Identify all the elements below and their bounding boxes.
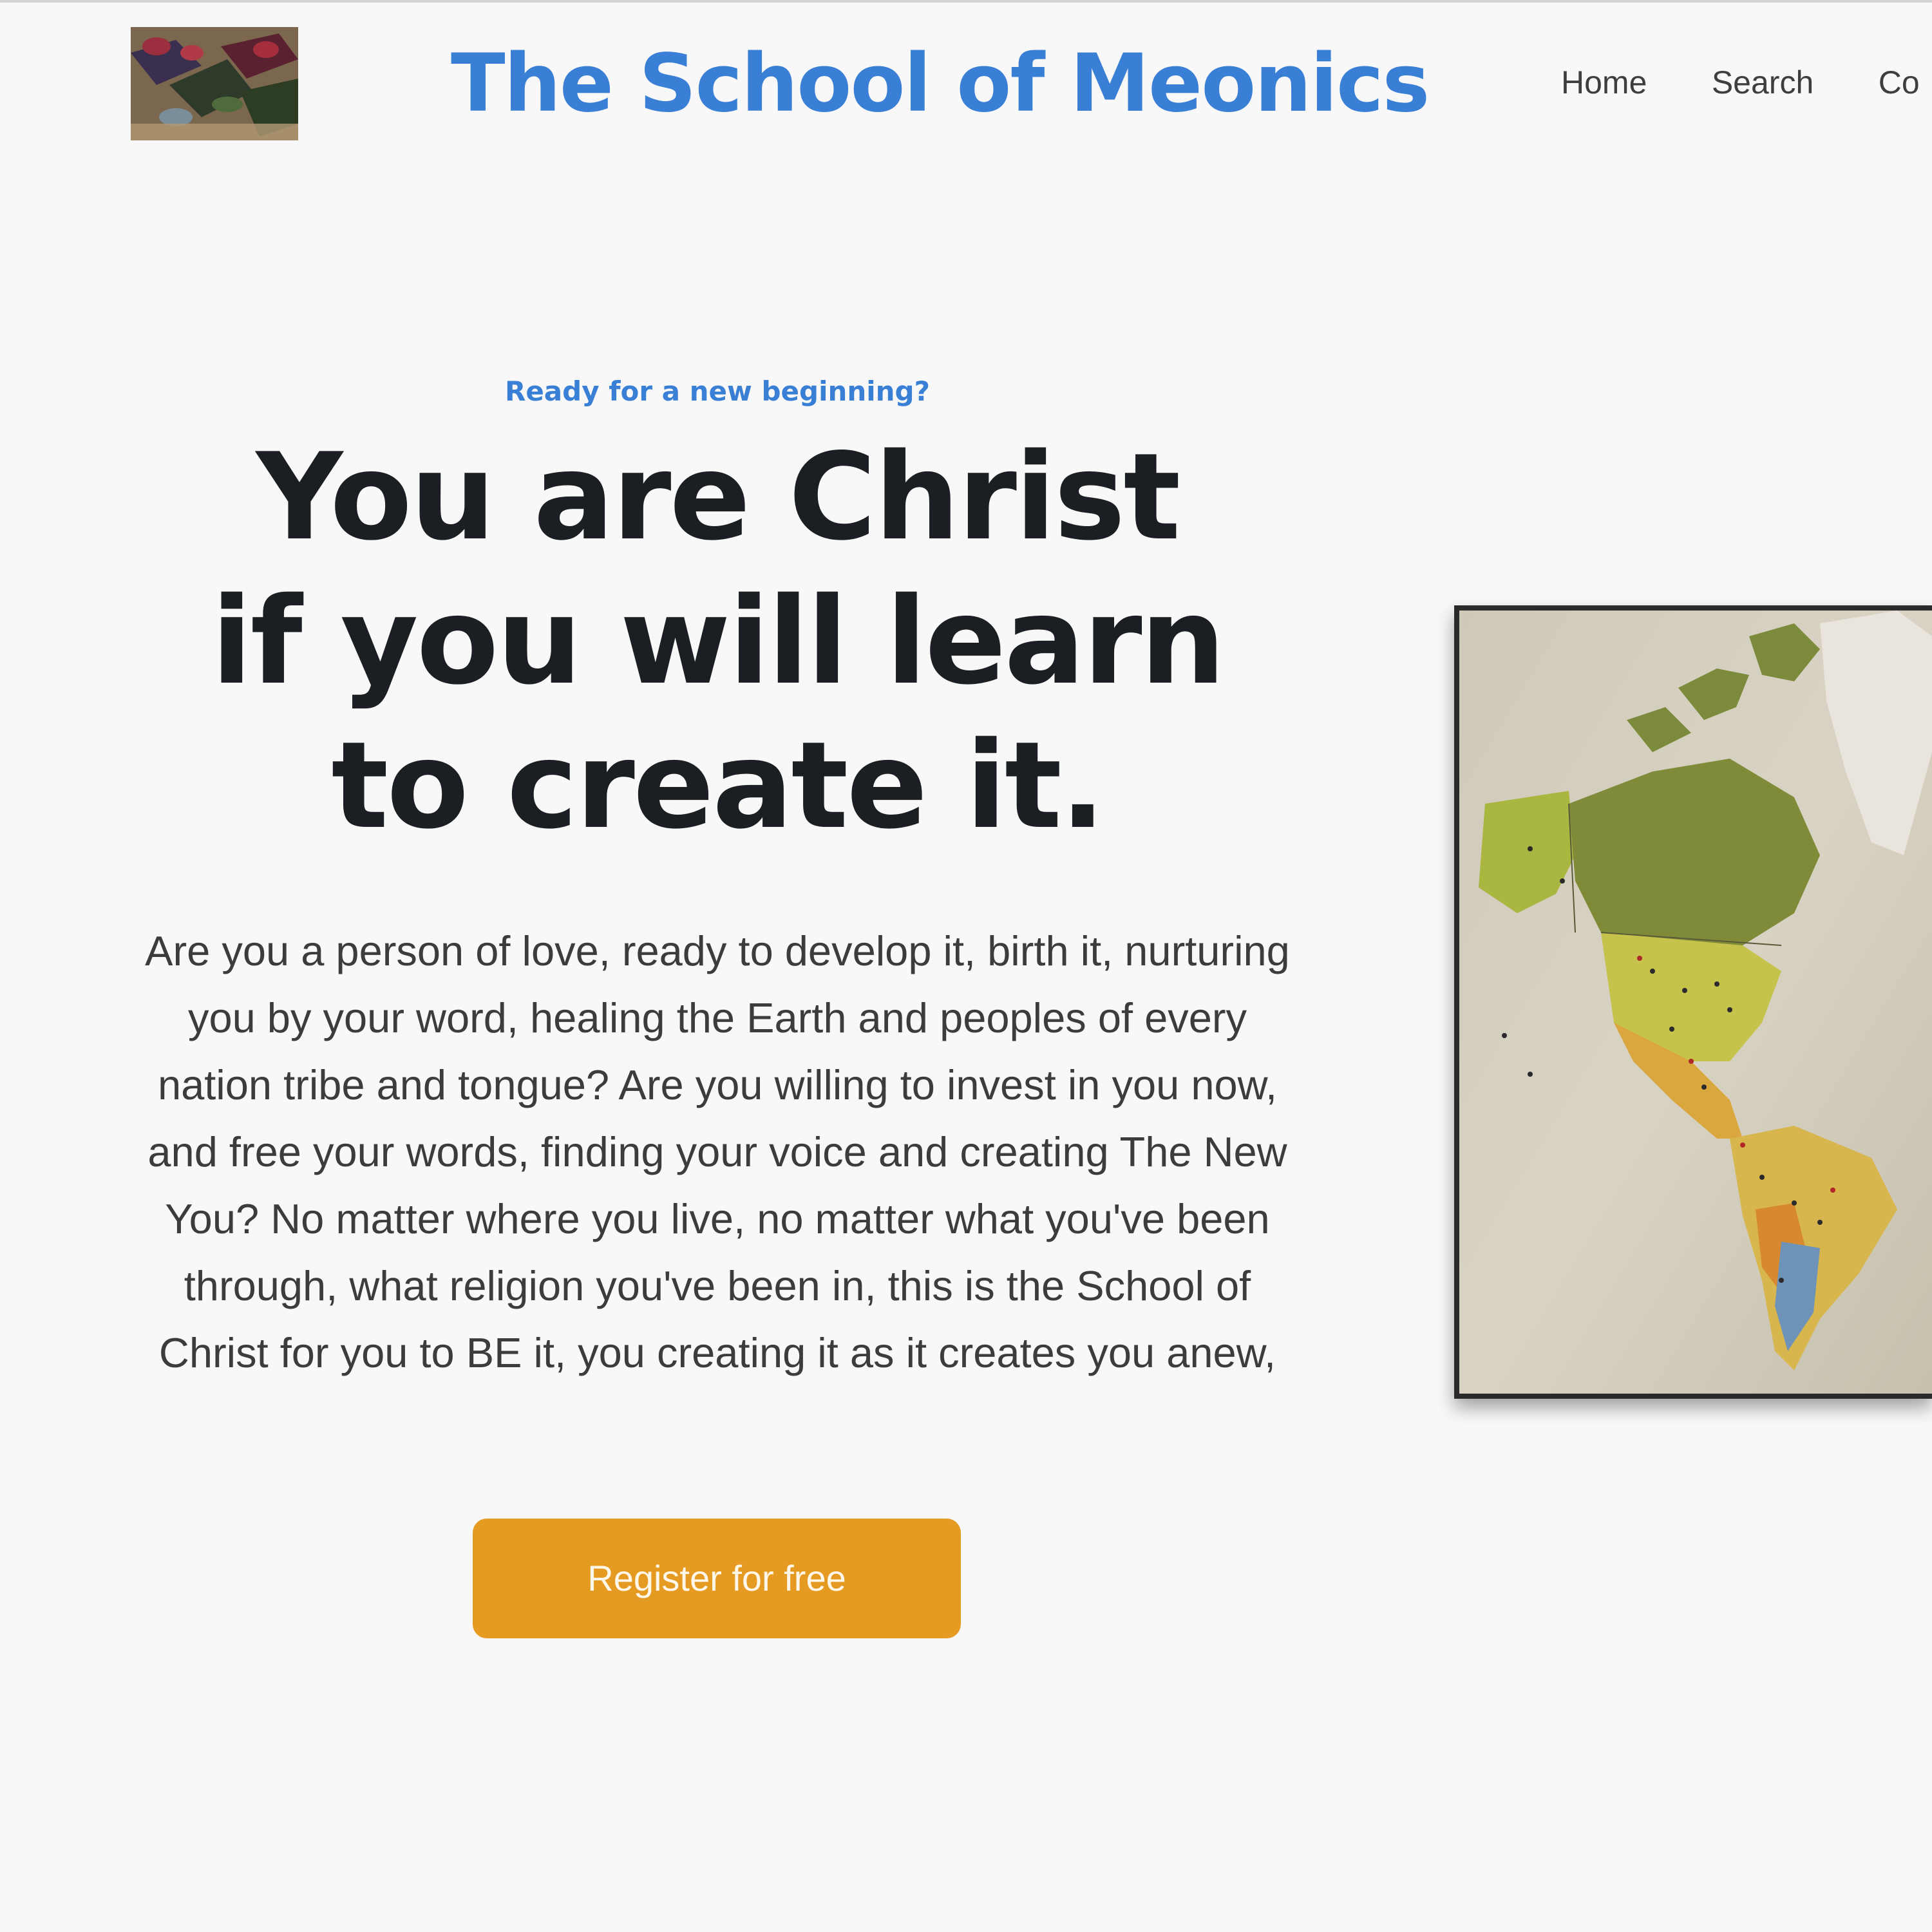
- nav-link-contact[interactable]: Co: [1879, 59, 1920, 106]
- register-button[interactable]: Register for free: [473, 1519, 961, 1638]
- world-map-image: [1454, 605, 1932, 1399]
- site-logo-image[interactable]: [131, 27, 298, 140]
- main-nav: Home Search Co: [1561, 59, 1932, 111]
- hero-body-text: Are you a person of love, ready to devel…: [145, 927, 1290, 1376]
- nav-link-home[interactable]: Home: [1561, 59, 1647, 106]
- site-title[interactable]: The School of Meonics: [451, 32, 1430, 135]
- nav-link-search[interactable]: Search: [1712, 59, 1814, 106]
- top-divider: [0, 0, 1932, 3]
- hero-headline: You are Christ if you will learn to crea…: [211, 427, 1226, 855]
- landing-page: The School of Meonics Home Search Co Rea…: [0, 0, 1932, 1932]
- hero-eyebrow: Ready for a new beginning?: [504, 375, 930, 407]
